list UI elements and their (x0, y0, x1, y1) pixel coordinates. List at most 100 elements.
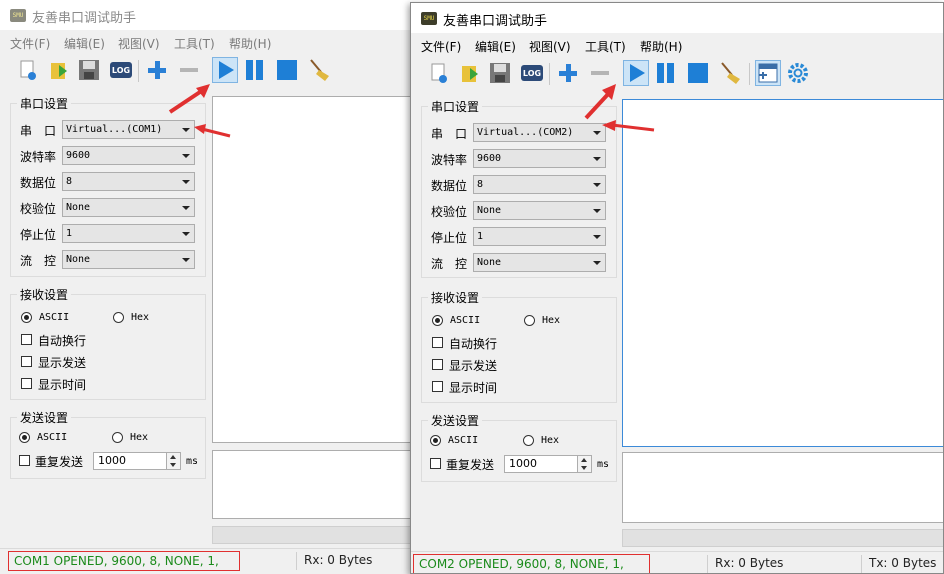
clear-button[interactable] (717, 60, 743, 86)
flow-value: None (66, 254, 91, 265)
stop-button[interactable] (274, 57, 300, 83)
baud-label: 波特率 (431, 153, 468, 167)
chevron-down-icon (182, 206, 190, 210)
show-send-checkbox[interactable] (21, 356, 32, 367)
status-separator (861, 555, 862, 573)
databits-select[interactable]: 8 (473, 175, 606, 194)
chevron-down-icon (182, 180, 190, 184)
toolbar: LOG (415, 59, 943, 91)
baud-select[interactable]: 9600 (62, 146, 195, 165)
menu-tools[interactable]: 工具(T) (585, 38, 626, 55)
open-port-button[interactable] (623, 60, 649, 86)
play-icon (630, 64, 645, 82)
log-icon: LOG (110, 62, 132, 78)
menu-view[interactable]: 视图(V) (529, 38, 571, 55)
parity-select[interactable]: None (473, 201, 606, 220)
pause-button[interactable] (242, 57, 268, 83)
receive-area[interactable] (622, 99, 943, 447)
menu-edit[interactable]: 编辑(E) (64, 35, 105, 52)
open-button[interactable] (46, 57, 72, 83)
interval-value: 1000 (509, 457, 537, 470)
show-send-checkbox[interactable] (432, 359, 443, 370)
show-time-label: 显示时间 (38, 378, 87, 392)
show-time-checkbox[interactable] (432, 381, 443, 392)
baud-value: 9600 (66, 150, 91, 161)
window-title: 友善串口调试助手 (32, 11, 137, 26)
send-area[interactable] (622, 452, 943, 523)
show-send-label: 显示发送 (449, 359, 498, 373)
recv-ascii-radio[interactable] (432, 315, 443, 326)
send-hex-radio[interactable] (523, 435, 534, 446)
flow-select[interactable]: None (473, 253, 606, 272)
log-button[interactable]: LOG (519, 60, 545, 86)
receive-settings-label: 接收设置 (428, 289, 483, 306)
menu-help[interactable]: 帮助(H) (229, 35, 271, 52)
new-button[interactable] (425, 60, 451, 86)
settings-button[interactable] (785, 60, 811, 86)
send-button[interactable] (622, 529, 943, 547)
send-hex-radio[interactable] (112, 432, 123, 443)
interval-input[interactable]: 1000 (504, 455, 592, 473)
open-button[interactable] (457, 60, 483, 86)
port-select[interactable]: Virtual...(COM1) (62, 120, 195, 139)
port-select[interactable]: Virtual...(COM2) (473, 123, 606, 142)
receive-area[interactable] (212, 96, 412, 443)
flow-select[interactable]: None (62, 250, 195, 269)
stopbits-value: 1 (477, 231, 484, 242)
stopbits-select[interactable]: 1 (62, 224, 195, 243)
parity-select[interactable]: None (62, 198, 195, 217)
auto-wrap-checkbox[interactable] (432, 337, 443, 348)
pause-icon (246, 60, 263, 80)
pause-button[interactable] (653, 60, 679, 86)
repeat-send-checkbox[interactable] (19, 455, 30, 466)
new-icon (20, 60, 36, 80)
repeat-send-checkbox[interactable] (430, 458, 441, 469)
toolbar-separator (138, 60, 139, 82)
recv-ascii-radio[interactable] (21, 312, 32, 323)
app-icon: SMU (421, 12, 437, 25)
menu-file[interactable]: 文件(F) (421, 38, 461, 55)
send-ascii-radio[interactable] (430, 435, 441, 446)
stopbits-select[interactable]: 1 (473, 227, 606, 246)
recv-ascii-label: ASCII (450, 315, 481, 326)
add-button[interactable] (555, 60, 581, 86)
interval-input[interactable]: 1000 (93, 452, 181, 470)
recv-hex-radio[interactable] (113, 312, 124, 323)
spin-arrows-icon[interactable] (577, 456, 591, 472)
show-time-checkbox[interactable] (21, 378, 32, 389)
open-icon (51, 63, 67, 79)
new-button[interactable] (14, 57, 40, 83)
send-button[interactable] (212, 526, 412, 544)
baud-select[interactable]: 9600 (473, 149, 606, 168)
parity-value: None (66, 202, 91, 213)
save-button[interactable] (487, 60, 513, 86)
menu-tools[interactable]: 工具(T) (174, 35, 215, 52)
databits-select[interactable]: 8 (62, 172, 195, 191)
stop-button[interactable] (685, 60, 711, 86)
log-button[interactable]: LOG (108, 57, 134, 83)
recv-hex-label: Hex (542, 315, 561, 326)
log-text: LOG (523, 69, 541, 78)
menu-edit[interactable]: 编辑(E) (475, 38, 516, 55)
port-value: Virtual...(COM1) (66, 124, 163, 135)
broom-icon (721, 62, 740, 84)
menu-help[interactable]: 帮助(H) (640, 38, 682, 55)
recv-ascii-label: ASCII (39, 312, 70, 323)
layout-button[interactable] (755, 60, 781, 86)
chevron-down-icon (182, 258, 190, 262)
stopbits-label: 停止位 (431, 231, 468, 245)
spin-arrows-icon[interactable] (166, 453, 180, 469)
send-area[interactable] (212, 450, 412, 519)
clear-button[interactable] (306, 57, 332, 83)
open-icon (462, 66, 478, 82)
send-ascii-radio[interactable] (19, 432, 30, 443)
auto-wrap-checkbox[interactable] (21, 334, 32, 345)
status-bar: COM2 OPENED, 9600, 8, NONE, 1, OFF Rx: 0… (411, 551, 943, 573)
chevron-down-icon (182, 232, 190, 236)
send-settings-label: 发送设置 (428, 412, 483, 429)
recv-hex-radio[interactable] (524, 315, 535, 326)
menu-file[interactable]: 文件(F) (10, 35, 50, 52)
new-icon (431, 63, 447, 83)
menu-view[interactable]: 视图(V) (118, 35, 160, 52)
save-button[interactable] (76, 57, 102, 83)
